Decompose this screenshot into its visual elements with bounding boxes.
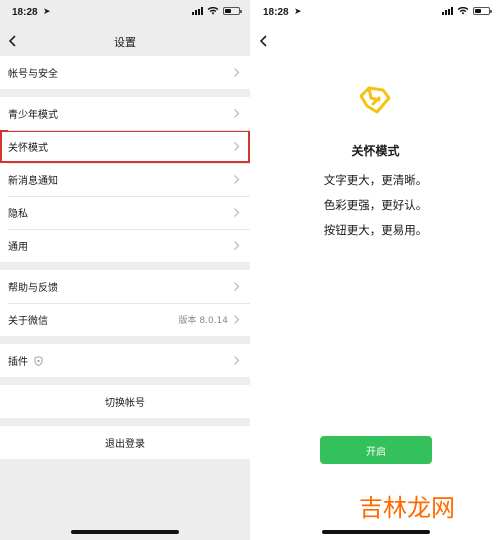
settings-group-account: 帐号与安全 [0,56,250,89]
location-arrow-icon: ➤ [294,7,302,17]
care-mode-icon [359,86,391,114]
description-line: 文字更大，更清晰。 [323,173,428,187]
chevron-right-icon [234,315,240,324]
settings-group-help: 帮助与反馈 关于微信 版本 8.0.14 [0,270,250,336]
nav-bar: 设置 [0,26,250,56]
enable-button[interactable]: 开启 [320,436,432,464]
signal-icon [192,7,203,15]
settings-row-help-feedback[interactable]: 帮助与反馈 [0,270,250,303]
settings-row-about-wechat[interactable]: 关于微信 版本 8.0.14 [0,303,250,336]
logout-group: 退出登录 [0,426,250,459]
nav-bar [251,26,500,56]
battery-icon [223,7,242,15]
chevron-right-icon [234,282,240,291]
care-mode-title: 关怀模式 [351,144,400,158]
settings-row-account-security[interactable]: 帐号与安全 [0,56,250,89]
shield-icon [34,355,43,366]
settings-row-notifications[interactable]: 新消息通知 [0,163,250,196]
row-label: 帐号与安全 [8,69,58,80]
status-bar: 18:28 ➤ [251,0,500,26]
wifi-icon [457,7,469,15]
settings-group-general: 青少年模式 关怀模式 新消息通知 隐私 通用 [0,97,250,262]
chevron-right-icon [234,175,240,184]
row-label: 关怀模式 [8,143,48,154]
chevron-right-icon [234,356,240,365]
chevron-right-icon [234,68,240,77]
status-time: 18:28 [12,7,38,18]
page-title: 设置 [114,36,136,49]
settings-group-plugins: 插件 [0,344,250,377]
signal-icon [442,7,453,15]
row-label: 插件 [8,357,28,368]
description-line: 按钮更大，更易用。 [323,223,428,237]
settings-list: 帐号与安全 青少年模式 关怀模式 新消息通知 隐私 通用 帮助与反馈 关于微信 … [0,56,250,467]
chevron-right-icon [234,241,240,250]
settings-row-plugins[interactable]: 插件 [0,344,250,377]
wifi-icon [207,7,219,15]
chevron-right-icon [234,142,240,151]
care-mode-screen: 18:28 ➤ 关怀模式 文字更大，更清晰。 色彩更强，更好认。 按钮更大，更易… [251,0,500,540]
location-arrow-icon: ➤ [43,7,51,17]
row-label: 隐私 [8,209,28,220]
switch-account-group: 切换帐号 [0,385,250,418]
row-label: 青少年模式 [8,110,58,121]
back-chevron-icon[interactable] [257,33,271,49]
row-label: 关于微信 [8,316,48,327]
chevron-right-icon [234,208,240,217]
settings-row-care-mode[interactable]: 关怀模式 [0,130,250,163]
home-indicator [71,530,179,534]
switch-account-button[interactable]: 切换帐号 [0,385,250,418]
row-label: 通用 [8,242,28,253]
battery-icon [473,7,492,15]
settings-screen: 18:28 ➤ 设置 帐号与安全 青少年模式 关怀模式 新消息通知 隐私 通用 … [0,0,250,540]
row-label: 帮助与反馈 [8,283,58,294]
logout-button[interactable]: 退出登录 [0,426,250,459]
watermark: 吉林龙网 [359,494,455,522]
settings-row-privacy[interactable]: 隐私 [0,196,250,229]
settings-row-teen-mode[interactable]: 青少年模式 [0,97,250,130]
version-value: 版本 8.0.14 [178,316,229,326]
settings-row-general[interactable]: 通用 [0,229,250,262]
status-time: 18:28 [263,7,289,18]
description-line: 色彩更强，更好认。 [323,198,428,212]
home-indicator [321,530,430,534]
row-label: 新消息通知 [8,176,58,187]
chevron-right-icon [234,109,240,118]
status-bar: 18:28 ➤ [0,0,250,26]
